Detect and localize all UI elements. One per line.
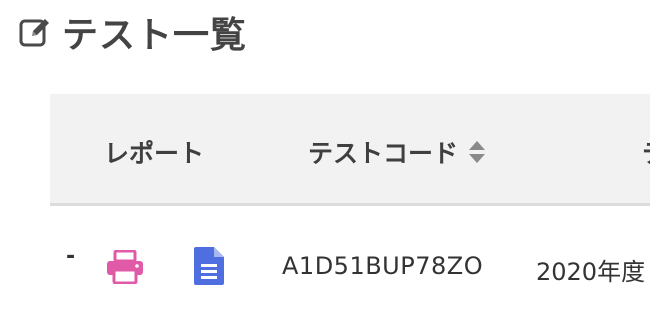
test-date-value: 2020年度: [536, 258, 646, 286]
column-header-test-code-label: テストコード: [308, 139, 459, 168]
row-dash: -: [66, 244, 76, 269]
document-icon: [194, 247, 224, 285]
print-icon: [107, 250, 143, 284]
test-code-value: A1D51BUP78ZO: [282, 252, 484, 280]
table-header: レポート テストコード テ: [50, 94, 650, 206]
sort-icon[interactable]: [468, 139, 486, 165]
page-title-text: テスト一覧: [62, 15, 248, 56]
table-row: - A1D51BUP78ZO 2020年度: [50, 234, 650, 294]
column-header-next: テ: [642, 134, 650, 170]
page-title: テスト一覧: [18, 10, 247, 56]
report-document-button[interactable]: [192, 246, 226, 286]
column-header-test-code[interactable]: テストコード: [308, 134, 486, 170]
column-header-report: レポート: [104, 134, 204, 170]
test-list-table: レポート テストコード テ -: [50, 94, 650, 324]
edit-icon: [19, 19, 49, 47]
column-header-next-label: テ: [642, 134, 650, 170]
print-button[interactable]: [106, 250, 144, 284]
column-header-report-label: レポート: [104, 139, 205, 168]
